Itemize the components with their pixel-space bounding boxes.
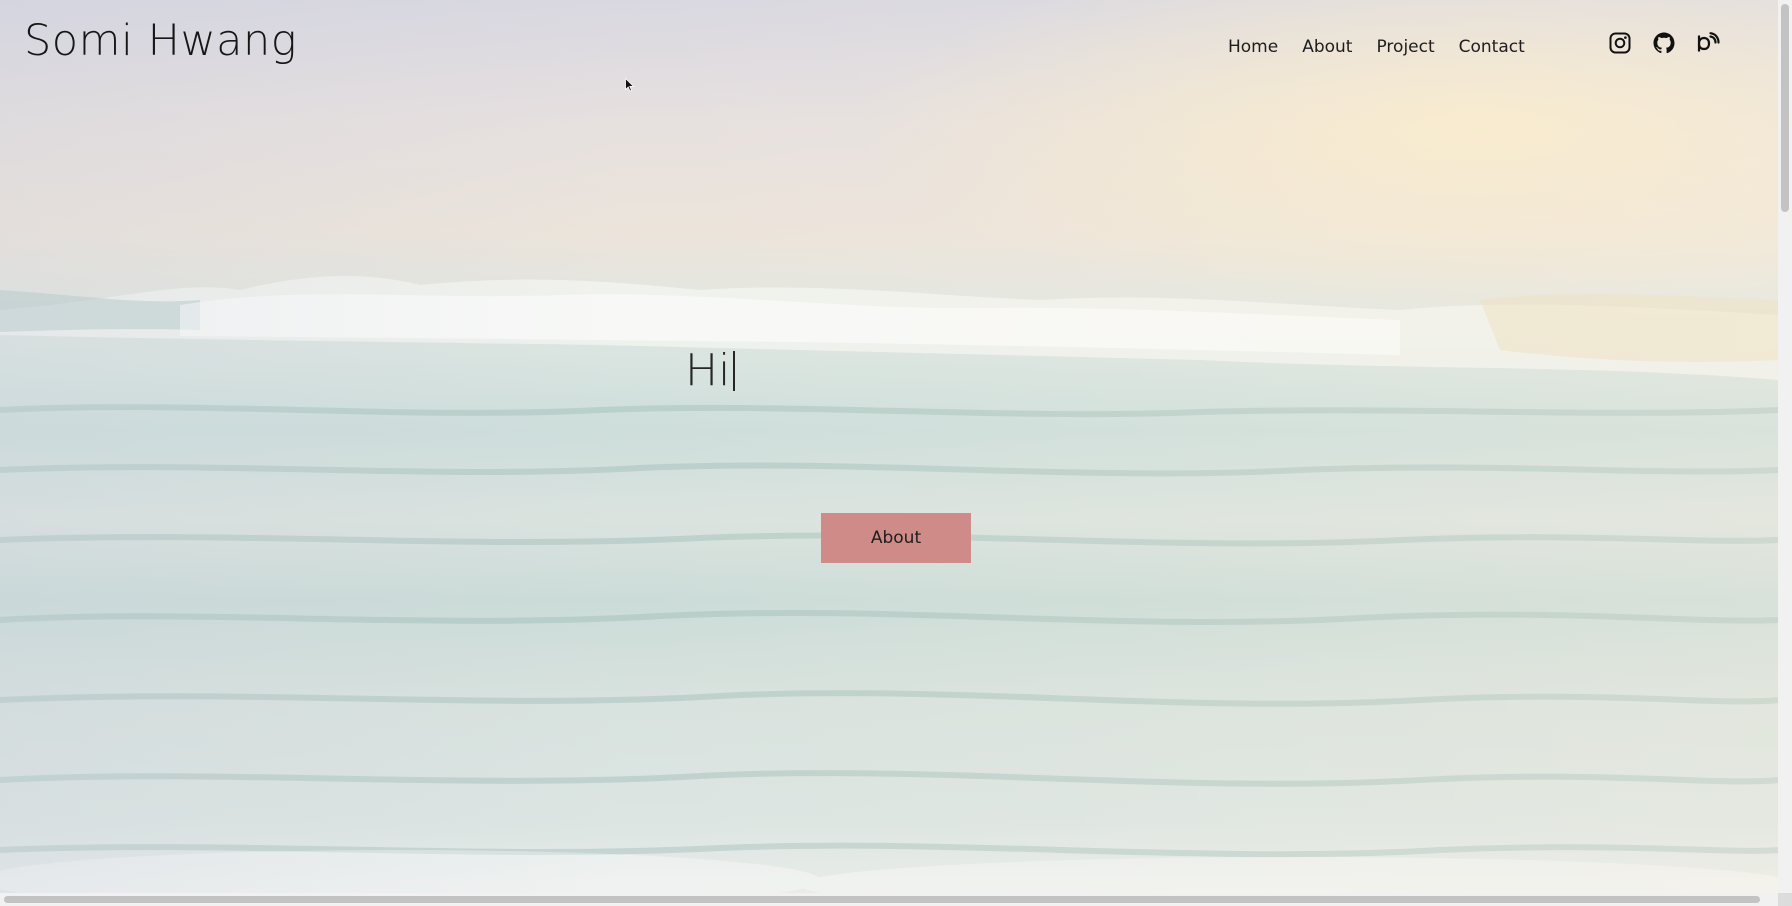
github-icon[interactable] [1652,31,1676,55]
mouse-pointer-icon [625,78,635,92]
about-cta-button[interactable]: About [821,513,971,563]
hero-greeting: Hi [685,345,736,397]
typed-text: Hi [685,345,731,396]
horizontal-scrollbar[interactable] [0,893,1778,906]
site-header: Somi Hwang Home About Project Contact [0,0,1778,92]
vertical-scrollbar-thumb[interactable] [1781,4,1789,212]
vertical-scrollbar[interactable] [1778,0,1792,893]
site-brand[interactable]: Somi Hwang [24,16,297,66]
blog-icon[interactable] [1696,31,1720,55]
nav-home-link[interactable]: Home [1228,37,1278,57]
instagram-icon[interactable] [1608,31,1632,55]
nav-contact-link[interactable]: Contact [1459,37,1525,57]
nav-project-link[interactable]: Project [1376,37,1434,57]
nav-about-link[interactable]: About [1302,37,1352,57]
main-nav: Home About Project Contact [1228,37,1525,57]
mist-overlay [0,0,1778,893]
horizontal-scrollbar-thumb[interactable] [4,896,1760,903]
typing-caret [733,351,736,391]
scrollbar-corner [1778,893,1792,906]
social-links [1608,31,1720,55]
page-viewport: Somi Hwang Home About Project Contact Hi… [0,0,1778,893]
